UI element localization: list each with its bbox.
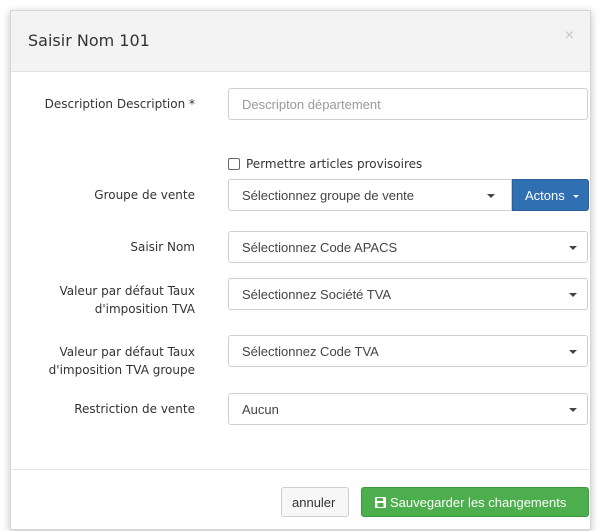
caret-down-icon (573, 195, 579, 198)
enter-name-value: Sélectionnez Code APACS (242, 240, 398, 255)
sales-group-label: Groupe de vente (94, 188, 195, 202)
allow-temp-articles-checkbox[interactable] (228, 158, 240, 170)
sales-restriction-label: Restriction de vente (74, 402, 195, 416)
save-button-label: Sauvegarder les changements (390, 495, 567, 510)
caret-down-icon (487, 194, 495, 198)
sales-group-select[interactable]: Sélectionnez groupe de vente (228, 179, 512, 211)
description-input[interactable]: Descripton département (228, 88, 588, 120)
modal-dialog: Saisir Nom 101 × Description Description… (10, 10, 591, 530)
default-vat-rate-select[interactable]: Sélectionnez Société TVA (228, 278, 588, 310)
actions-dropdown-button[interactable]: Actons (512, 179, 589, 211)
default-vat-group-select[interactable]: Sélectionnez Code TVA (228, 335, 588, 367)
default-vat-group-label-line1: Valeur par défaut Taux (59, 345, 195, 359)
caret-down-icon (569, 293, 577, 297)
caret-down-icon (569, 408, 577, 412)
sales-group-value: Sélectionnez groupe de vente (242, 188, 415, 203)
default-vat-group-label: Valeur par défaut Taux d'imposition TVA … (25, 343, 195, 379)
modal-header: Saisir Nom 101 × (11, 11, 590, 72)
description-label: Description Description * (44, 97, 195, 111)
sales-restriction-value: Aucun (242, 402, 279, 417)
caret-down-icon (569, 350, 577, 354)
default-vat-rate-label: Valeur par défaut Taux d'imposition TVA (25, 282, 195, 318)
sales-restriction-select[interactable]: Aucun (228, 393, 588, 425)
actions-button-label: Actons (525, 188, 565, 203)
description-placeholder: Descripton département (242, 97, 381, 112)
enter-name-select[interactable]: Sélectionnez Code APACS (228, 231, 588, 263)
modal-footer: annuler Sauvegarder les changements (11, 469, 590, 529)
save-changes-button[interactable]: Sauvegarder les changements (361, 487, 589, 517)
enter-name-label: Saisir Nom (130, 240, 195, 254)
cancel-button-label: annuler (292, 495, 336, 510)
cancel-button[interactable]: annuler (281, 487, 349, 517)
default-vat-group-label-line2: d'imposition TVA groupe (48, 363, 195, 377)
floppy-disk-icon (375, 497, 386, 508)
caret-down-icon (569, 246, 577, 250)
allow-temp-articles-label: Permettre articles provisoires (246, 157, 423, 171)
default-vat-rate-label-line1: Valeur par défaut Taux (59, 284, 195, 298)
default-vat-rate-value: Sélectionnez Société TVA (242, 287, 392, 302)
modal-title: Saisir Nom 101 (28, 31, 150, 50)
close-icon[interactable]: × (565, 28, 574, 44)
default-vat-rate-label-line2: d'imposition TVA (94, 302, 195, 316)
default-vat-group-value: Sélectionnez Code TVA (242, 344, 379, 359)
